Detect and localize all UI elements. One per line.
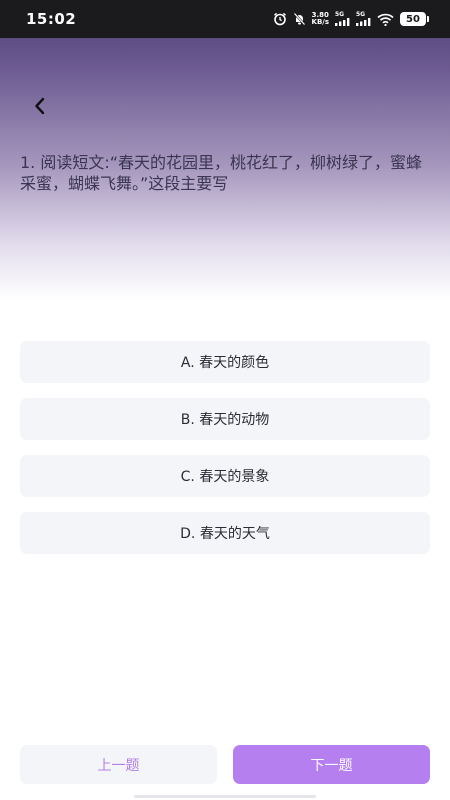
option-c[interactable]: C. 春天的景象	[20, 455, 430, 497]
status-bar: 15:02 3.80 KB/s 5G 5G 50	[0, 0, 450, 38]
mute-icon	[293, 12, 306, 26]
battery-icon: 50	[400, 12, 429, 26]
options-list: A. 春天的颜色 B. 春天的动物 C. 春天的景象 D. 春天的天气	[20, 341, 430, 569]
home-indicator	[134, 795, 316, 798]
option-d[interactable]: D. 春天的天气	[20, 512, 430, 554]
signal-icon	[335, 18, 350, 26]
signal-1: 5G	[335, 12, 350, 26]
net-speed-unit: KB/s	[311, 18, 329, 26]
header-gradient	[0, 0, 450, 300]
wifi-icon	[377, 13, 394, 26]
signal-icon	[356, 18, 371, 26]
back-button[interactable]	[26, 92, 54, 120]
option-b[interactable]: B. 春天的动物	[20, 398, 430, 440]
chevron-left-icon	[35, 97, 45, 115]
signal-2: 5G	[356, 12, 371, 26]
battery-level: 50	[406, 13, 420, 25]
status-time: 15:02	[26, 10, 77, 28]
alarm-icon	[273, 12, 287, 26]
next-question-button[interactable]: 下一题	[233, 745, 430, 784]
status-icons: 3.80 KB/s 5G 5G 50	[273, 12, 429, 26]
question-text: 1. 阅读短文:“春天的花园里，桃花红了，柳树绿了，蜜蜂采蜜，蝴蝶飞舞。”这段主…	[20, 153, 423, 193]
option-a[interactable]: A. 春天的颜色	[20, 341, 430, 383]
question-nav: 上一题 下一题	[20, 745, 430, 784]
prev-question-button[interactable]: 上一题	[20, 745, 217, 784]
net-speed: 3.80 KB/s	[312, 12, 329, 26]
